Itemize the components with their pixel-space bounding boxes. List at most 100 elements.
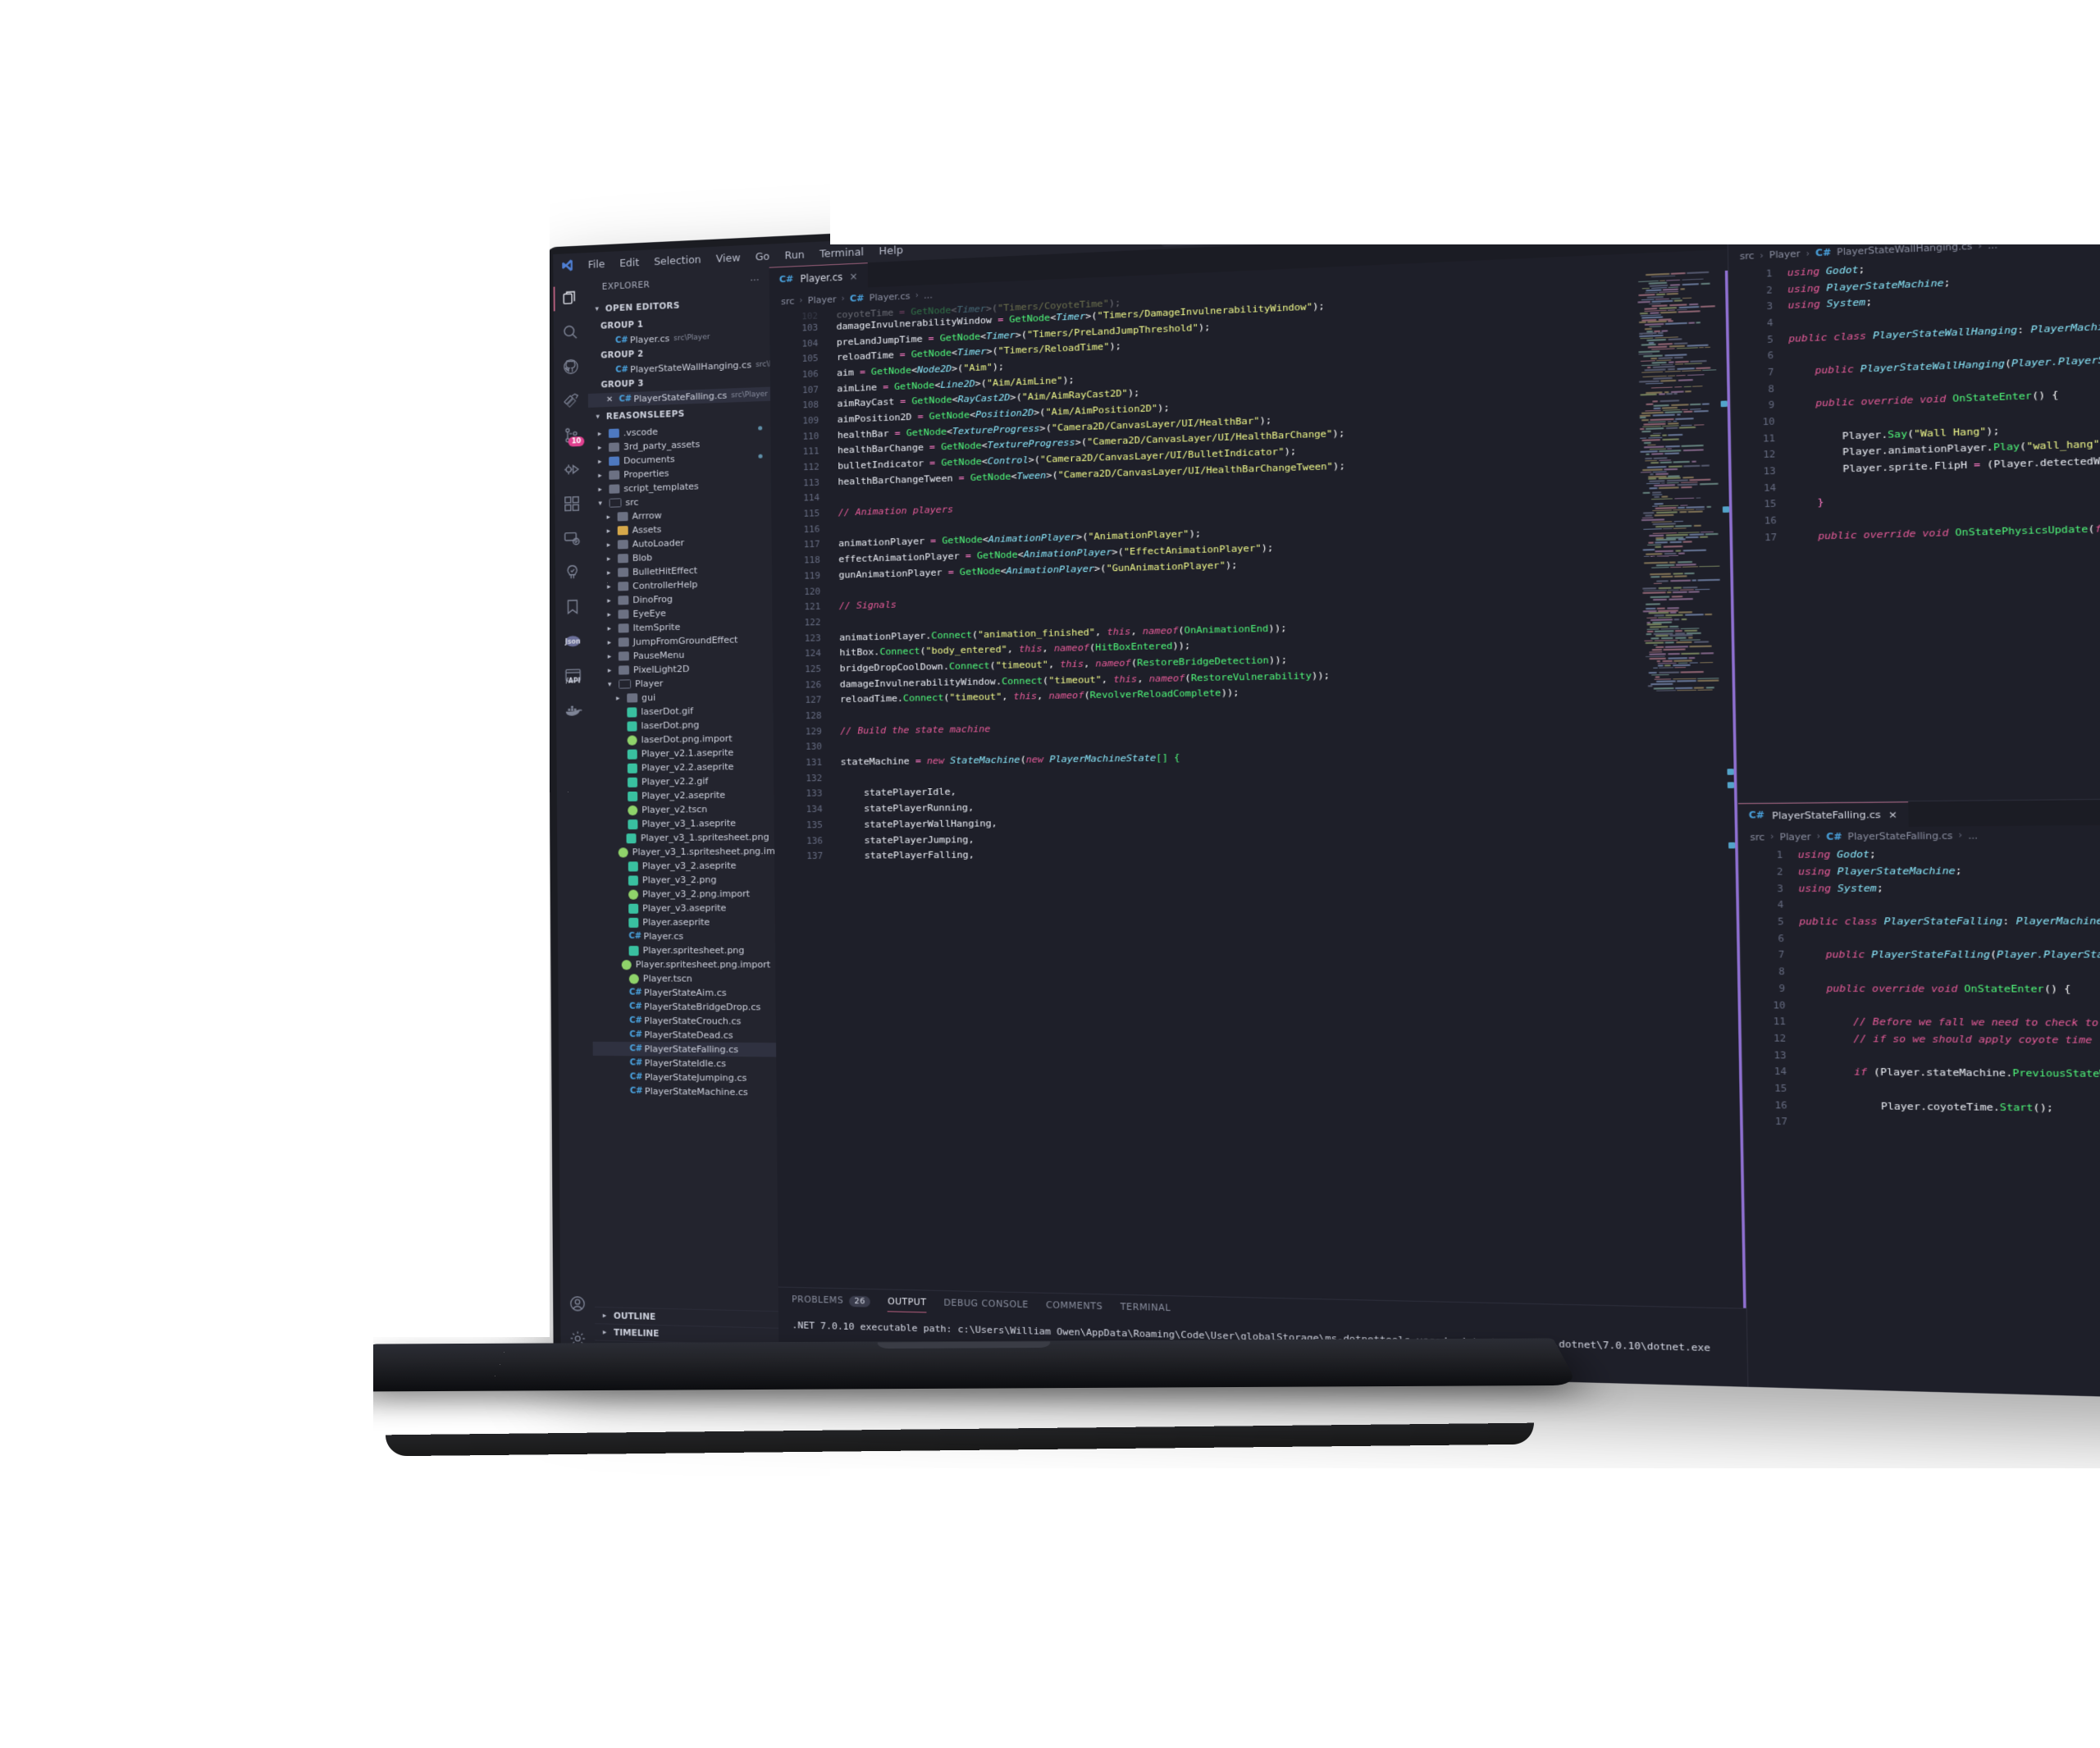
menu-item-terminal[interactable]: Terminal	[812, 242, 872, 262]
menu-item-run[interactable]: Run	[777, 245, 812, 264]
activity-testing[interactable]	[555, 555, 590, 590]
panel-tab-output[interactable]: OUTPUT	[888, 1290, 927, 1315]
tab-playerstatefalling-cs[interactable]: C# PlayerStateFalling.cs ×	[1737, 801, 1909, 828]
line-number: 126	[805, 678, 822, 691]
minimap-segment	[1642, 587, 1657, 590]
file-tree-item[interactable]: C# Player.cs	[592, 929, 775, 943]
menu-item-file[interactable]: File	[581, 254, 613, 273]
breadcrumb-src[interactable]: src	[1750, 832, 1764, 842]
breadcrumb-file[interactable]: Player.cs	[870, 290, 911, 303]
file-tree-item[interactable]: Player_v3_1.spritesheet.png.import	[591, 844, 774, 860]
breadcrumb-player[interactable]: Player	[1769, 249, 1801, 261]
line-number: 118	[803, 555, 820, 566]
breadcrumb[interactable]: src › Player › C# PlayerStateFalling.cs …	[1738, 824, 2100, 847]
activity-github[interactable]	[554, 349, 588, 384]
code-line[interactable]: 9 public override void OnStateEnter() {	[1742, 980, 2100, 998]
file-tree-item[interactable]: Player_v3_2.aseprite	[591, 858, 774, 873]
activity-accounts[interactable]	[560, 1286, 595, 1321]
folder-icon	[609, 442, 620, 452]
activity-live-share[interactable]	[554, 383, 588, 418]
tab-close-icon[interactable]: ×	[849, 270, 857, 282]
panel-tab-comments[interactable]: COMMENTS	[1046, 1294, 1103, 1319]
file-tree-item[interactable]: C# PlayerStateDead.cs	[592, 1028, 776, 1043]
file-tree-item-label: PlayerStateJumping.cs	[644, 1071, 747, 1084]
file-tree-item[interactable]: C# PlayerStateBridgeDrop.cs	[592, 1000, 776, 1015]
file-tree-item[interactable]: Player_v3_2.png	[591, 873, 774, 888]
code-editor-playerstatewallhanging-cs[interactable]: 1 using Godot; 2 using PlayerStateMachine; 3…	[1728, 244, 2100, 801]
minimap-segment	[1659, 667, 1673, 669]
code-line[interactable]: 2 using PlayerStateMachine;	[1739, 860, 2100, 880]
breadcrumb-symbol[interactable]: ...	[1968, 830, 1978, 841]
line-number: 115	[803, 508, 820, 519]
menu-item-selection[interactable]: Selection	[646, 250, 709, 271]
menu-item-go[interactable]: Go	[748, 247, 778, 266]
file-tree-item[interactable]: Player.spritesheet.png.import	[592, 957, 775, 971]
line-number: 125	[805, 663, 822, 675]
panel-tab-terminal[interactable]: TERMINAL	[1120, 1295, 1171, 1321]
breadcrumb-player[interactable]: Player	[1780, 832, 1811, 842]
file-tree-item[interactable]: C# PlayerStateMachine.cs	[593, 1084, 777, 1099]
breadcrumb-symbol[interactable]: ...	[924, 290, 933, 301]
activity-docker[interactable]	[556, 692, 591, 728]
file-tree-item[interactable]: C# PlayerStateJumping.cs	[593, 1070, 777, 1085]
minimap-segment	[1655, 635, 1669, 637]
menu-item-edit[interactable]: Edit	[612, 253, 646, 272]
menu-item-view[interactable]: View	[709, 248, 748, 267]
file-tree-item[interactable]: Player_v3_1.aseprite	[591, 815, 774, 831]
file-tree-item[interactable]: C# PlayerStateAim.cs	[592, 985, 775, 1000]
minimap-segment	[1685, 390, 1692, 392]
code-line[interactable]: 10	[1742, 997, 2100, 1015]
activity-remote-explorer[interactable]	[555, 520, 590, 555]
activity-source-control[interactable]: 10	[555, 418, 589, 453]
line-number: 104	[801, 337, 819, 349]
breadcrumb-player[interactable]: Player	[808, 294, 837, 306]
panel-tab-debug-console[interactable]: DEBUG CONSOLE	[943, 1291, 1029, 1317]
breadcrumb-src[interactable]: src	[781, 295, 794, 307]
activity-extensions[interactable]	[555, 486, 589, 522]
file-tree-item[interactable]: C# PlayerStateFalling.cs	[592, 1041, 777, 1057]
activity-rest-api[interactable]: /API	[556, 658, 591, 693]
code-line[interactable]: 3 using System;	[1740, 878, 2100, 897]
file-tree-item[interactable]: Player.aseprite	[591, 915, 774, 929]
file-tree-item[interactable]: C# PlayerStateCrouch.cs	[592, 1014, 776, 1029]
sidebar-title: EXPLORER	[601, 280, 651, 292]
editor-tab-bar[interactable]: C# PlayerStateFalling.cs ×	[1737, 797, 2100, 828]
tab-close-icon[interactable]: ×	[1888, 809, 1897, 820]
panel-tab-problems[interactable]: PROBLEMS 26	[792, 1288, 871, 1313]
breadcrumb-src[interactable]: src	[1740, 251, 1755, 262]
code-line[interactable]: 1 using Godot;	[1739, 843, 2100, 863]
file-tree-item[interactable]: Player_v3.aseprite	[591, 901, 774, 915]
code-line[interactable]: 17	[1744, 1113, 2100, 1135]
code-lines[interactable]: 1 using Godot; 2 using PlayerStateMachine; 3…	[1728, 244, 2100, 546]
file-tree-item[interactable]: Player_v2.tscn	[591, 801, 774, 817]
activity-json[interactable]: Json	[555, 623, 590, 659]
code-line[interactable]: 6	[1741, 929, 2100, 947]
activity-explorer[interactable]	[554, 281, 588, 317]
file-tree-item[interactable]: Player.tscn	[592, 971, 775, 986]
sidebar-more-actions-icon[interactable]: ⋯	[750, 275, 759, 285]
file-tree-item[interactable]: Player_v3_1.spritesheet.png	[591, 830, 774, 846]
code-lines[interactable]: 1 using Godot; 2 using PlayerStateMachine; 3…	[1739, 843, 2100, 1135]
minimap-segment	[1695, 508, 1705, 511]
minimap-segment	[1667, 653, 1680, 655]
activity-run-and-debug[interactable]	[555, 452, 589, 487]
code-line[interactable]: 4	[1740, 895, 2100, 914]
file-tree-item[interactable]: Player_v3_2.png.import	[591, 887, 774, 901]
source-control-badge: 10	[568, 436, 585, 447]
folder-icon	[618, 637, 629, 647]
code-line[interactable]: 8	[1741, 963, 2100, 980]
code-editor-player-cs[interactable]: 102 coyoteTime = GetNode<Timer>("Timers/C…	[769, 270, 1746, 1308]
file-tree-item[interactable]: C# PlayerStateIdle.cs	[593, 1056, 777, 1071]
image-file-icon	[627, 720, 637, 732]
code-line[interactable]: 7 public PlayerStateFalling(Player.Playe…	[1741, 947, 2100, 964]
code-editor-playerstatefalling-cs[interactable]: 1 using Godot; 2 using PlayerStateMachine; 3…	[1739, 843, 2100, 1401]
file-tree-item-label: Player_v3_1.spritesheet.png.import	[632, 845, 775, 858]
breadcrumb-file[interactable]: PlayerStateFalling.cs	[1847, 830, 1952, 842]
code-line[interactable]: 5 public class PlayerStateFalling: Player…	[1740, 912, 2100, 930]
activity-bookmarks[interactable]	[555, 589, 590, 624]
activity-search[interactable]	[554, 315, 588, 350]
code-line-text: // if so we should apply coyote time	[1853, 1033, 2093, 1047]
close-icon[interactable]: ✕	[605, 395, 615, 404]
code-lines[interactable]: 102 coyoteTime = GetNode<Timer>("Timers/C…	[769, 271, 1746, 1308]
file-tree-item[interactable]: Player.spritesheet.png	[592, 943, 775, 957]
